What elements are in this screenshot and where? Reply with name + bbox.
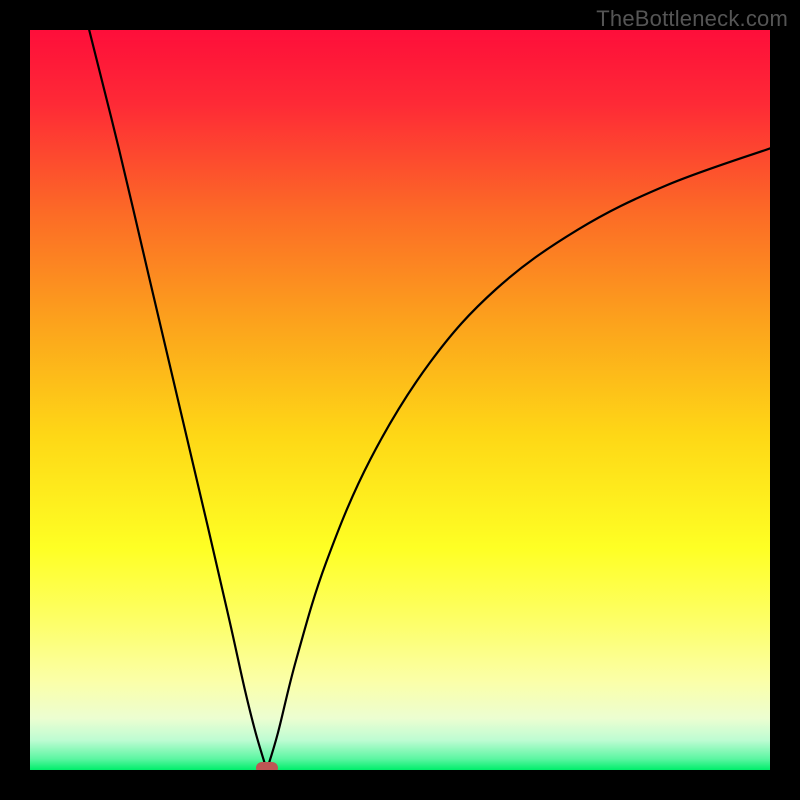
chart-frame: TheBottleneck.com bbox=[0, 0, 800, 800]
optimal-point-marker bbox=[256, 762, 278, 770]
plot-area bbox=[30, 30, 770, 770]
bottleneck-curve bbox=[30, 30, 770, 770]
watermark-text: TheBottleneck.com bbox=[596, 6, 788, 32]
